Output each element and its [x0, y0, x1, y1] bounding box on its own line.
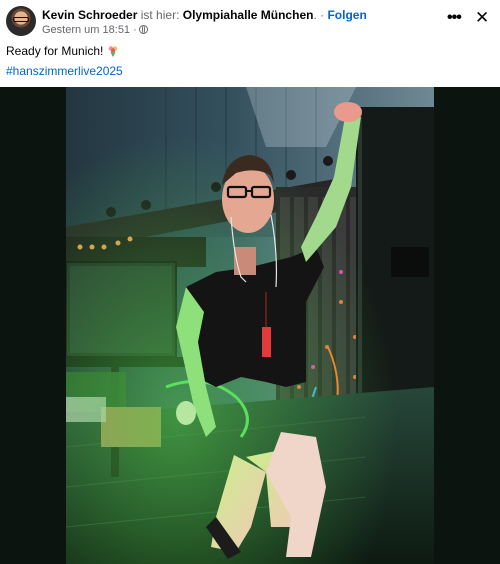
more-icon[interactable]: •••	[447, 10, 462, 26]
timestamp[interactable]: Gestern um 18:51 ·	[42, 24, 137, 36]
separator: . ·	[313, 8, 325, 22]
post-text: Ready for Munich!	[6, 44, 119, 58]
avatar[interactable]	[6, 6, 36, 36]
location-link[interactable]: Olympiahalle München	[183, 8, 314, 22]
bouquet-icon	[108, 46, 117, 57]
post-photo[interactable]	[66, 87, 434, 564]
author-line: Kevin Schroeder ist hier: Olympiahalle M…	[42, 8, 367, 22]
close-icon[interactable]: ✕	[475, 8, 489, 28]
follow-button[interactable]: Folgen	[327, 8, 366, 22]
author-name[interactable]: Kevin Schroeder	[42, 8, 137, 22]
timestamp-line: Gestern um 18:51 ·	[42, 24, 148, 37]
post-photo-frame[interactable]	[0, 87, 500, 564]
post-header: Kevin Schroeder ist hier: Olympiahalle M…	[0, 0, 500, 40]
globe-icon	[138, 25, 148, 34]
post-message: Ready for Munich!	[6, 44, 104, 58]
is-at-text: ist hier:	[140, 8, 180, 22]
hashtag-link[interactable]: #hanszimmerlive2025	[6, 64, 123, 78]
